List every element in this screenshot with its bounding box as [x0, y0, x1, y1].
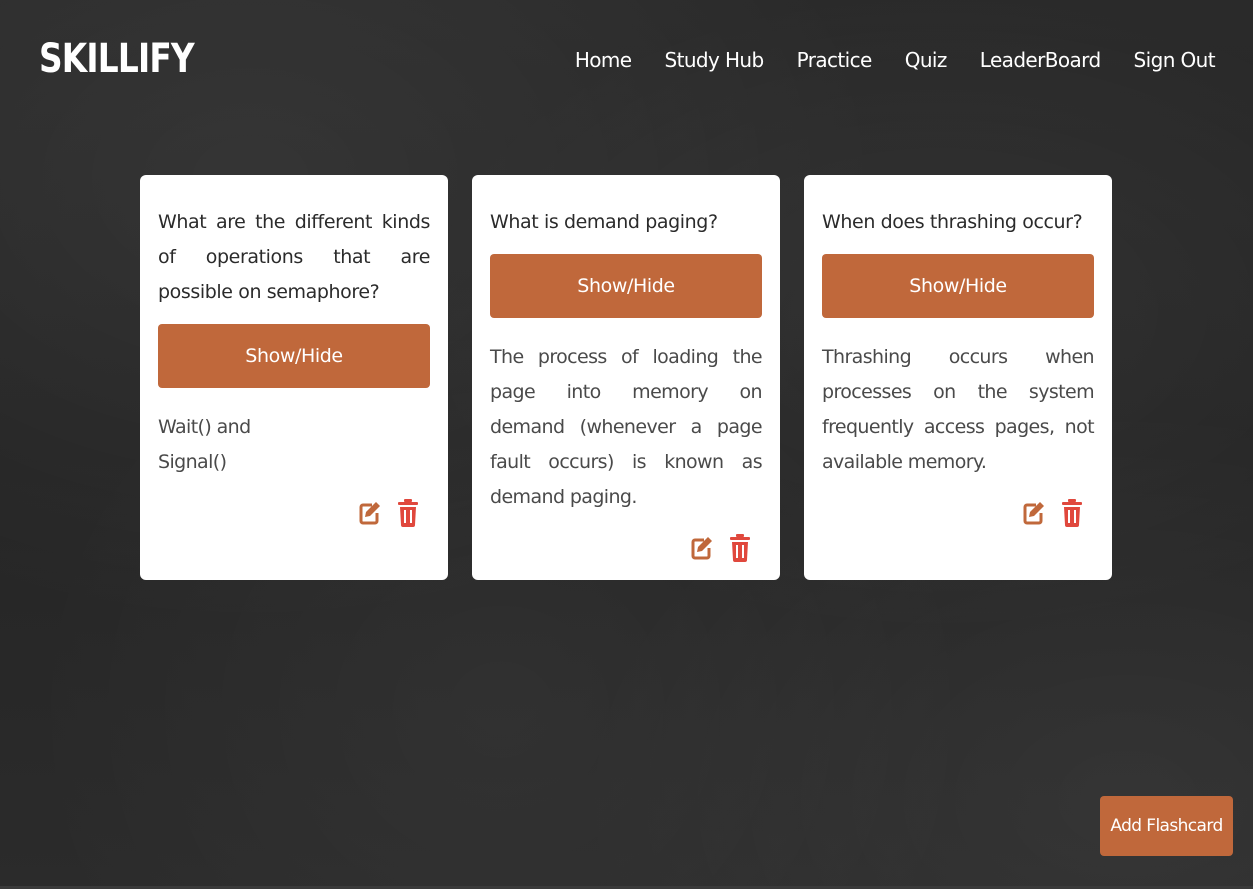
show-hide-button[interactable]: Show/Hide	[822, 254, 1094, 318]
flashcard: When does thrashing occur? Show/Hide Thr…	[804, 175, 1112, 580]
nav-sign-out[interactable]: Sign Out	[1134, 48, 1216, 72]
trash-icon[interactable]	[728, 533, 752, 563]
edit-icon[interactable]	[690, 533, 714, 563]
show-hide-button[interactable]: Show/Hide	[158, 324, 430, 388]
nav-study-hub[interactable]: Study Hub	[664, 48, 764, 72]
flashcard-question: What are the different kinds of operatio…	[158, 211, 430, 303]
brand-logo[interactable]: SKILLIFY	[39, 36, 195, 82]
nav-practice[interactable]: Practice	[797, 48, 873, 72]
edit-icon[interactable]	[1022, 498, 1046, 528]
trash-icon[interactable]	[1060, 498, 1084, 528]
nav-leaderboard[interactable]: LeaderBoard	[980, 48, 1101, 72]
flashcard-answer: The process of loading the page into mem…	[490, 346, 763, 508]
flashcard: What are the different kinds of operatio…	[140, 175, 448, 580]
card-actions	[490, 533, 762, 563]
flashcard-answer: Thrashing occurs when processes on the s…	[822, 346, 1095, 473]
flashcard: What is demand paging? Show/Hide The pro…	[472, 175, 780, 580]
nav-quiz[interactable]: Quiz	[905, 48, 948, 72]
card-actions	[822, 498, 1094, 528]
nav-home[interactable]: Home	[575, 48, 632, 72]
trash-icon[interactable]	[396, 498, 420, 528]
flashcard-question: What is demand paging?	[490, 211, 718, 233]
main-nav: Home Study Hub Practice Quiz LeaderBoard…	[575, 48, 1216, 72]
flashcard-grid: What are the different kinds of operatio…	[140, 175, 1112, 580]
add-flashcard-button[interactable]: Add Flashcard	[1100, 796, 1233, 856]
flashcard-question: When does thrashing occur?	[822, 211, 1083, 233]
card-actions	[158, 498, 430, 528]
flashcard-answer: Wait() and Signal()	[158, 416, 251, 473]
edit-icon[interactable]	[358, 498, 382, 528]
show-hide-button[interactable]: Show/Hide	[490, 254, 762, 318]
